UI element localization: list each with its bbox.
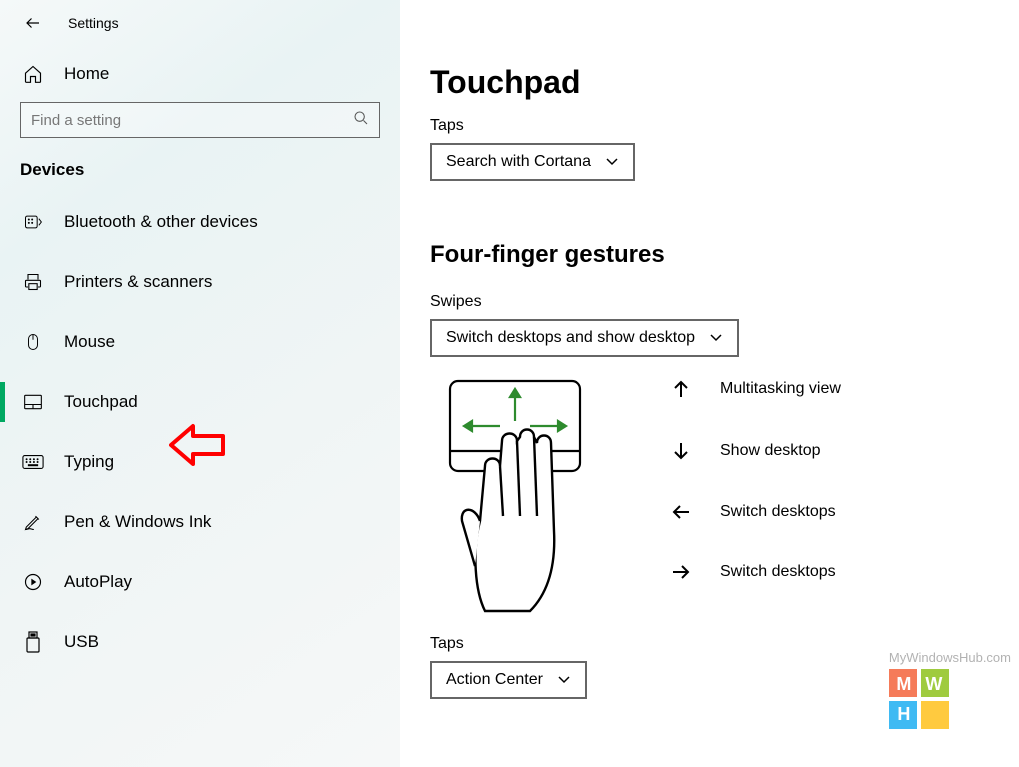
touchpad-icon — [22, 393, 44, 411]
four-finger-heading: Four-finger gestures — [430, 241, 989, 269]
touchpad-illustration — [430, 371, 600, 625]
chevron-down-icon — [557, 675, 571, 685]
sidebar-item-home[interactable]: Home — [0, 48, 400, 102]
chevron-down-icon — [709, 333, 723, 343]
gesture-label: Switch desktops — [720, 563, 836, 581]
home-label: Home — [64, 64, 109, 84]
sidebar-item-label: AutoPlay — [64, 572, 132, 592]
taps-dropdown-value: Search with Cortana — [446, 153, 591, 171]
taps-label: Taps — [430, 117, 989, 135]
arrow-left-icon — [24, 14, 42, 32]
gesture-right: Switch desktops — [670, 563, 841, 581]
sidebar-item-label: Touchpad — [64, 392, 138, 412]
gesture-mapping: Multitasking view Show desktop Switch de… — [670, 379, 841, 581]
sidebar-item-label: Printers & scanners — [64, 272, 212, 292]
watermark: MyWindowsHub.com MWH — [889, 650, 1011, 729]
gesture-label: Switch desktops — [720, 503, 836, 521]
gesture-left: Switch desktops — [670, 503, 841, 521]
printer-icon — [22, 272, 44, 292]
header-row: Settings — [0, 12, 400, 48]
watermark-logo: MWH — [889, 669, 949, 729]
pen-icon — [22, 512, 44, 532]
sidebar-item-usb[interactable]: USB — [0, 612, 400, 672]
section-header-devices: Devices — [0, 160, 400, 192]
swipes-label: Swipes — [430, 293, 989, 311]
gesture-down: Show desktop — [670, 441, 841, 461]
page-title: Touchpad — [430, 64, 989, 101]
sidebar-item-label: Pen & Windows Ink — [64, 512, 211, 532]
watermark-text: MyWindowsHub.com — [889, 650, 1011, 665]
gesture-up: Multitasking view — [670, 379, 841, 399]
search-icon — [353, 110, 369, 130]
chevron-down-icon — [605, 157, 619, 167]
taps-dropdown[interactable]: Search with Cortana — [430, 143, 635, 181]
main-content: Touchpad Taps Search with Cortana Four-f… — [400, 0, 1019, 767]
sidebar-item-label: USB — [64, 632, 99, 652]
sidebar-item-label: Mouse — [64, 332, 115, 352]
mouse-icon — [22, 332, 44, 352]
bluetooth-icon — [22, 212, 44, 232]
arrow-right-icon — [670, 563, 692, 581]
arrow-up-icon — [670, 379, 692, 399]
swipes-dropdown-value: Switch desktops and show desktop — [446, 329, 695, 347]
search-input[interactable] — [31, 112, 353, 129]
sidebar-item-label: Bluetooth & other devices — [64, 212, 258, 232]
sidebar-item-mouse[interactable]: Mouse — [0, 312, 400, 372]
sidebar-item-pen[interactable]: Pen & Windows Ink — [0, 492, 400, 552]
usb-icon — [22, 631, 44, 653]
autoplay-icon — [22, 572, 44, 592]
search-box[interactable] — [20, 102, 380, 138]
arrow-down-icon — [670, 441, 692, 461]
home-icon — [22, 64, 44, 84]
sidebar-nav: Bluetooth & other devices Printers & sca… — [0, 192, 400, 672]
sidebar-item-label: Typing — [64, 452, 114, 472]
settings-sidebar: Settings Home Devices Bluetooth & other … — [0, 0, 400, 767]
swipes-dropdown[interactable]: Switch desktops and show desktop — [430, 319, 739, 357]
sidebar-item-typing[interactable]: Typing — [0, 432, 400, 492]
sidebar-item-printers[interactable]: Printers & scanners — [0, 252, 400, 312]
gesture-label: Multitasking view — [720, 380, 841, 398]
sidebar-item-autoplay[interactable]: AutoPlay — [0, 552, 400, 612]
arrow-left-icon — [670, 503, 692, 521]
taps2-dropdown-value: Action Center — [446, 671, 543, 689]
app-title: Settings — [68, 15, 119, 31]
keyboard-icon — [22, 454, 44, 470]
sidebar-item-touchpad[interactable]: Touchpad — [0, 372, 400, 432]
gesture-label: Show desktop — [720, 442, 821, 460]
taps2-dropdown[interactable]: Action Center — [430, 661, 587, 699]
sidebar-item-bluetooth[interactable]: Bluetooth & other devices — [0, 192, 400, 252]
back-button[interactable] — [22, 12, 44, 34]
